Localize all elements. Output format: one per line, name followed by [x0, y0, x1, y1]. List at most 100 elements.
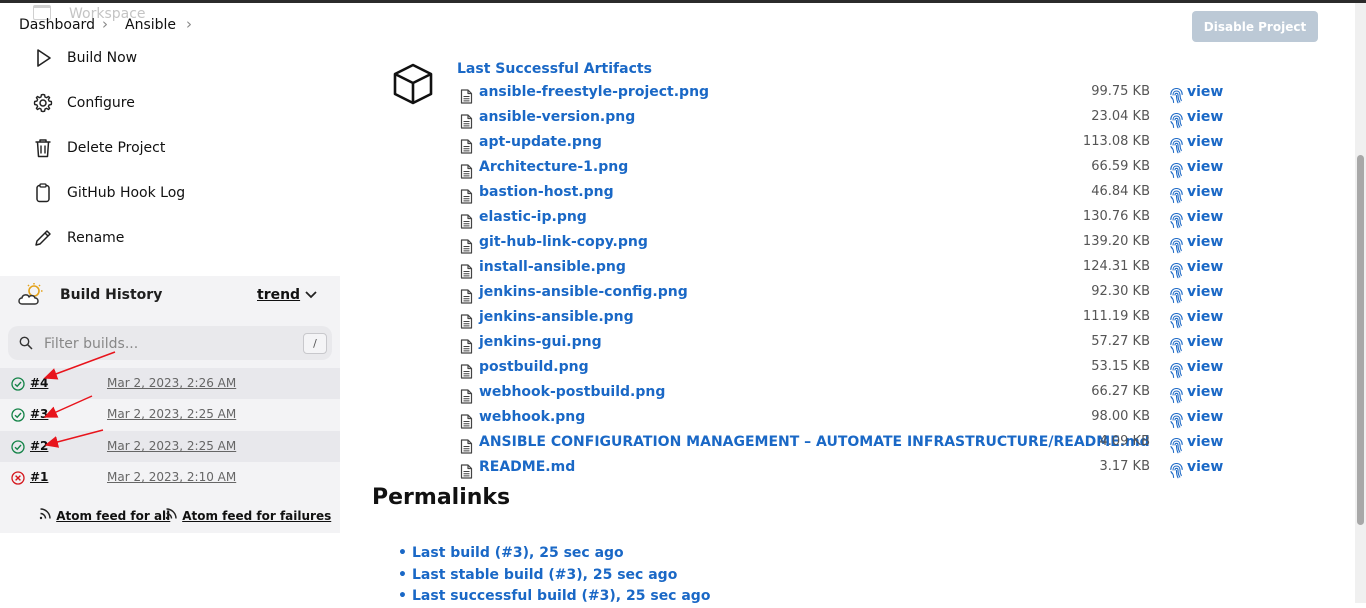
fingerprint-icon[interactable] [1169, 112, 1184, 133]
build-row[interactable]: #1 Mar 2, 2023, 2:10 AM [0, 462, 340, 493]
fingerprint-icon[interactable] [1169, 387, 1184, 408]
fingerprint-icon[interactable] [1169, 362, 1184, 383]
fingerprint-icon[interactable] [1169, 212, 1184, 233]
page-scrollbar[interactable] [1355, 3, 1366, 603]
artifact-file-size: 4.09 KB [1099, 434, 1150, 449]
build-date-link[interactable]: Mar 2, 2023, 2:25 AM [107, 407, 236, 421]
artifact-file-link[interactable]: webhook.png [479, 409, 585, 425]
artifact-file-link[interactable]: jenkins-ansible.png [479, 309, 634, 325]
artifact-row: install-ansible.png 124.31 KB view [460, 259, 1230, 284]
artifact-view-link[interactable]: view [1187, 409, 1223, 425]
fingerprint-icon[interactable] [1169, 412, 1184, 433]
success-check-icon [11, 408, 25, 422]
artifact-file-link[interactable]: webhook-postbuild.png [479, 384, 665, 400]
artifact-row: elastic-ip.png 130.76 KB view [460, 209, 1230, 234]
artifact-file-link[interactable]: README.md [479, 459, 575, 475]
build-number-link[interactable]: #3 [30, 407, 48, 421]
permalink-last-stable-build[interactable]: Last stable build (#3), 25 sec ago [398, 565, 710, 587]
artifact-file-link[interactable]: Architecture-1.png [479, 159, 628, 175]
breadcrumb-ansible[interactable]: Ansible [125, 17, 176, 33]
fingerprint-icon[interactable] [1169, 437, 1184, 458]
sidebar-item-delete-project[interactable]: Delete Project [32, 134, 165, 162]
artifact-view-link[interactable]: view [1187, 459, 1223, 475]
rss-icon [39, 508, 51, 520]
artifact-view-link[interactable]: view [1187, 109, 1223, 125]
artifact-file-link[interactable]: git-hub-link-copy.png [479, 234, 648, 250]
build-row[interactable]: #4 Mar 2, 2023, 2:26 AM [0, 368, 340, 399]
file-icon [460, 114, 473, 133]
artifact-file-link[interactable]: elastic-ip.png [479, 209, 587, 225]
artifact-view-link[interactable]: view [1187, 309, 1223, 325]
gear-icon [33, 93, 53, 113]
permalink-last-successful-build[interactable]: Last successful build (#3), 25 sec ago [398, 586, 710, 608]
trend-link[interactable]: trend [257, 287, 300, 303]
artifact-row: ansible-freestyle-project.png 99.75 KB vie… [460, 84, 1230, 109]
chevron-down-icon[interactable] [304, 290, 318, 300]
artifact-view-link[interactable]: view [1187, 234, 1223, 250]
sidebar-item-configure[interactable]: Configure [32, 89, 135, 117]
fingerprint-icon[interactable] [1169, 237, 1184, 258]
artifact-view-link[interactable]: view [1187, 384, 1223, 400]
artifact-view-link[interactable]: view [1187, 84, 1223, 100]
artifact-file-link[interactable]: ansible-freestyle-project.png [479, 84, 709, 100]
permalinks-heading: Permalinks [372, 485, 511, 510]
artifact-view-link[interactable]: view [1187, 359, 1223, 375]
sidebar-item-label: Rename [67, 230, 125, 246]
scrollbar-thumb[interactable] [1357, 155, 1364, 525]
build-number-link[interactable]: #2 [30, 439, 48, 453]
artifact-view-link[interactable]: view [1187, 134, 1223, 150]
artifact-file-link[interactable]: bastion-host.png [479, 184, 614, 200]
artifact-file-link[interactable]: jenkins-gui.png [479, 334, 602, 350]
artifact-file-size: 46.84 KB [1091, 184, 1150, 199]
sidebar-item-rename[interactable]: Rename [32, 224, 124, 252]
pencil-icon [35, 230, 51, 246]
artifact-file-link[interactable]: jenkins-ansible-config.png [479, 284, 688, 300]
fingerprint-icon[interactable] [1169, 287, 1184, 308]
fingerprint-icon[interactable] [1169, 462, 1184, 483]
fingerprint-icon[interactable] [1169, 137, 1184, 158]
build-row[interactable]: #3 Mar 2, 2023, 2:25 AM [0, 399, 340, 430]
artifact-file-link[interactable]: postbuild.png [479, 359, 589, 375]
artifact-row: postbuild.png 53.15 KB view [460, 359, 1230, 384]
package-icon [393, 63, 433, 105]
fingerprint-icon[interactable] [1169, 162, 1184, 183]
fingerprint-icon[interactable] [1169, 262, 1184, 283]
artifact-view-link[interactable]: view [1187, 284, 1223, 300]
artifact-view-link[interactable]: view [1187, 159, 1223, 175]
fingerprint-icon[interactable] [1169, 312, 1184, 333]
breadcrumb-dashboard[interactable]: Dashboard [19, 17, 95, 33]
build-date-link[interactable]: Mar 2, 2023, 2:26 AM [107, 376, 236, 390]
fingerprint-icon[interactable] [1169, 187, 1184, 208]
sidebar-item-build-now[interactable]: Build Now [32, 44, 137, 72]
build-row[interactable]: #2 Mar 2, 2023, 2:25 AM [0, 431, 340, 462]
artifact-file-link[interactable]: ansible-version.png [479, 109, 635, 125]
artifact-view-link[interactable]: view [1187, 259, 1223, 275]
artifact-view-link[interactable]: view [1187, 209, 1223, 225]
artifact-view-link[interactable]: view [1187, 184, 1223, 200]
sidebar-item-label: Delete Project [67, 140, 166, 156]
atom-feed-failures-link[interactable]: Atom feed for failures [165, 507, 331, 523]
artifact-row: apt-update.png 113.08 KB view [460, 134, 1230, 159]
build-date-link[interactable]: Mar 2, 2023, 2:25 AM [107, 439, 236, 453]
build-number-link[interactable]: #4 [30, 376, 48, 390]
disable-project-button[interactable]: Disable Project [1192, 11, 1318, 42]
build-number-link[interactable]: #1 [30, 470, 48, 484]
artifact-file-size: 3.17 KB [1099, 459, 1150, 474]
sidebar-item-github-hook-log[interactable]: GitHub Hook Log [32, 179, 185, 207]
build-date-link[interactable]: Mar 2, 2023, 2:10 AM [107, 470, 236, 484]
artifact-view-link[interactable]: view [1187, 434, 1223, 450]
fingerprint-icon[interactable] [1169, 337, 1184, 358]
success-check-icon [11, 440, 25, 454]
artifact-file-size: 99.75 KB [1091, 84, 1150, 99]
fingerprint-icon[interactable] [1169, 87, 1184, 108]
artifact-file-link[interactable]: apt-update.png [479, 134, 602, 150]
artifact-view-link[interactable]: view [1187, 334, 1223, 350]
filter-builds-input[interactable] [42, 333, 286, 355]
artifact-row: ANSIBLE CONFIGURATION MANAGEMENT – AUTOM… [460, 434, 1230, 459]
last-successful-artifacts-link[interactable]: Last Successful Artifacts [457, 61, 652, 77]
file-icon [460, 189, 473, 208]
artifact-file-link[interactable]: install-ansible.png [479, 259, 626, 275]
chevron-right-icon[interactable]: › [186, 15, 192, 33]
atom-feed-all-link[interactable]: Atom feed for all [39, 507, 170, 523]
permalink-last-build[interactable]: Last build (#3), 25 sec ago [398, 543, 710, 565]
